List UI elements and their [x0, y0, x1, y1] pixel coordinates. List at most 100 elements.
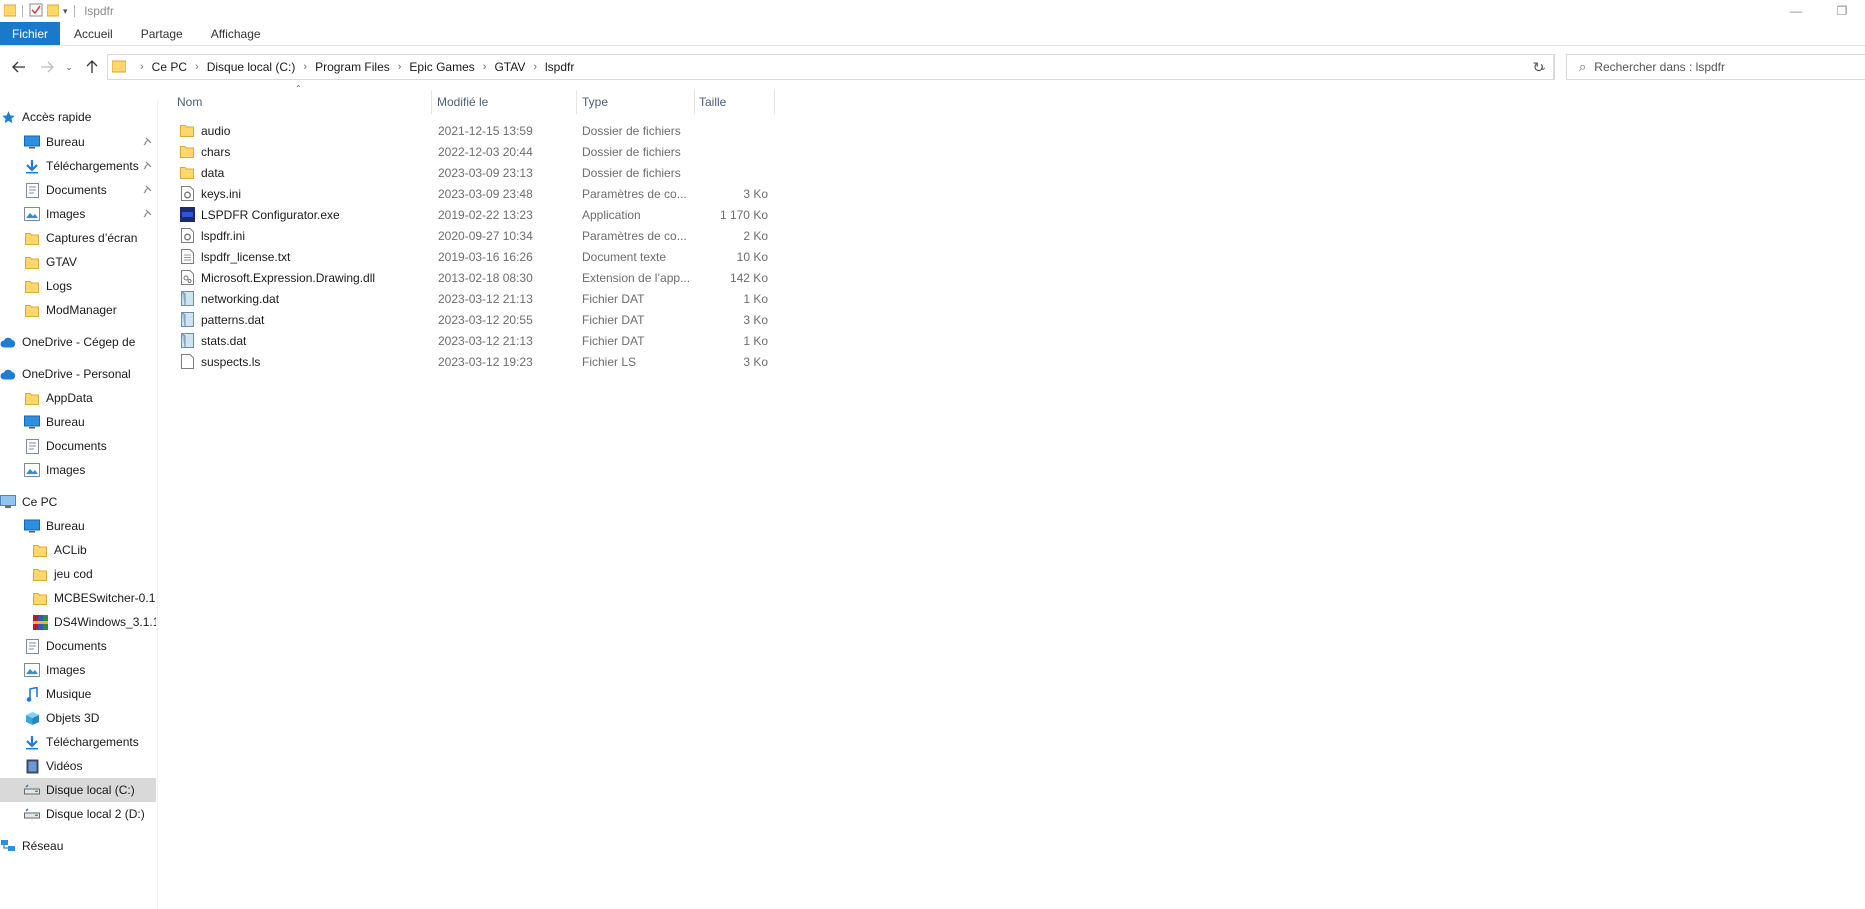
sidebar-item-documents[interactable]: Documents	[0, 434, 156, 458]
forward-button[interactable]	[38, 58, 56, 76]
sidebar-item-bureau[interactable]: Bureau	[0, 130, 156, 154]
sidebar-item-captures-d-cran[interactable]: Captures d’écran	[0, 226, 156, 250]
breadcrumb-item-program-files[interactable]: Program Files ›	[315, 60, 409, 74]
breadcrumb-item-gtav[interactable]: GTAV ›	[494, 60, 545, 74]
dll-file-icon	[179, 270, 195, 286]
sidebar-item-ds4windows-3-1-1[interactable]: DS4Windows_3.1.1	[0, 610, 156, 634]
file-row[interactable]: LSPDFR Configurator.exe 2019-02-22 13:23 A…	[175, 204, 775, 225]
breadcrumb-item-lspdfr[interactable]: lspdfr	[545, 60, 574, 74]
sidebar-item-r-seau[interactable]: Réseau	[0, 834, 156, 858]
file-name-cell[interactable]: suspects.ls	[179, 351, 429, 372]
sidebar-item-label: Logs	[46, 279, 73, 293]
search-input[interactable]	[1594, 60, 1835, 74]
file-name-cell[interactable]: lspdfr_license.txt	[179, 246, 429, 267]
file-row[interactable]: patterns.dat 2023-03-12 20:55 Fichier DAT 3…	[175, 309, 775, 330]
file-name-cell[interactable]: data	[179, 162, 429, 183]
sidebar-item-bureau[interactable]: Bureau	[0, 410, 156, 434]
sidebar-item-disque-local-2-d[interactable]: Disque local 2 (D:)	[0, 802, 156, 826]
sidebar-item-label: Documents	[46, 439, 107, 453]
back-button[interactable]	[10, 58, 28, 76]
sidebar-item-logs[interactable]: Logs	[0, 274, 156, 298]
up-button[interactable]	[83, 58, 101, 76]
window-title: lspdfr	[84, 4, 114, 18]
sidebar-item-mcbeswitcher-0-1[interactable]: MCBESwitcher-0.1	[0, 586, 156, 610]
breadcrumb-item-disque-local[interactable]: Disque local (C:) ›	[207, 60, 315, 74]
file-name-cell[interactable]: Microsoft.Expression.Drawing.dll	[179, 267, 429, 288]
tab-accueil[interactable]: Accueil	[60, 22, 127, 45]
file-row[interactable]: chars 2022-12-03 20:44 Dossier de fichiers	[175, 141, 775, 162]
sidebar-item-gtav[interactable]: GTAV	[0, 250, 156, 274]
sidebar-item-documents[interactable]: Documents	[0, 178, 156, 202]
arrow-up-icon	[86, 60, 98, 73]
file-name-cell[interactable]: keys.ini	[179, 183, 429, 204]
sidebar-item-images[interactable]: Images	[0, 202, 156, 226]
file-name: data	[201, 165, 225, 180]
sidebar-item-ce-pc[interactable]: Ce PC	[0, 490, 156, 514]
file-name-cell[interactable]: LSPDFR Configurator.exe	[179, 204, 429, 225]
column-header-size[interactable]: Taille	[697, 90, 767, 114]
sidebar-item-label: ACLib	[54, 543, 87, 557]
file-name-cell[interactable]: patterns.dat	[179, 309, 429, 330]
sidebar-item-jeu-cod[interactable]: jeu cod	[0, 562, 156, 586]
sidebar-item-modmanager[interactable]: ModManager	[0, 298, 156, 322]
sidebar-item-label: MCBESwitcher-0.1	[54, 591, 156, 605]
folder-icon	[24, 390, 40, 406]
sidebar-item-musique[interactable]: Musique	[0, 682, 156, 706]
sidebar-item-label: AppData	[46, 391, 93, 405]
sidebar-item-documents[interactable]: Documents	[0, 634, 156, 658]
new-folder-icon[interactable]	[46, 3, 60, 20]
sidebar-item-images[interactable]: Images	[0, 458, 156, 482]
file-name-cell[interactable]: chars	[179, 141, 429, 162]
address-bar[interactable]: › Ce PC › Disque local (C:) › Program File…	[107, 54, 1555, 80]
file-row[interactable]: audio 2021-12-15 13:59 Dossier de fichiers	[175, 120, 775, 141]
file-name-cell[interactable]: networking.dat	[179, 288, 429, 309]
sidebar-item-acc-s-rapide[interactable]: Accès rapide	[0, 105, 156, 129]
dat-file-icon	[179, 312, 195, 328]
breadcrumb-item-epic-games[interactable]: Epic Games ›	[409, 60, 494, 74]
file-size: 3 Ko	[743, 312, 768, 327]
column-header-name[interactable]: Nom ⌃	[175, 84, 430, 114]
documents-icon	[24, 638, 40, 654]
file-row[interactable]: Microsoft.Expression.Drawing.dll 2013-02-…	[175, 267, 775, 288]
file-row[interactable]: stats.dat 2023-03-12 21:13 Fichier DAT 1 Ko	[175, 330, 775, 351]
properties-icon[interactable]	[29, 3, 43, 20]
folder-icon	[111, 59, 128, 75]
sidebar-item-vid-os[interactable]: Vidéos	[0, 754, 156, 778]
sidebar-item-label: Documents	[46, 639, 107, 653]
column-header-type[interactable]: Type	[580, 90, 690, 114]
restore-button[interactable]: ❐	[1819, 0, 1865, 22]
breadcrumb-separator[interactable]: ›	[132, 61, 152, 73]
sidebar-item-appdata[interactable]: AppData	[0, 386, 156, 410]
file-row[interactable]: lspdfr.ini 2020-09-27 10:34 Paramètres de …	[175, 225, 775, 246]
network-icon	[0, 838, 16, 854]
recent-locations-button[interactable]: ⌄	[64, 58, 74, 76]
refresh-button[interactable]: ↻	[1524, 54, 1554, 80]
file-row[interactable]: keys.ini 2023-03-09 23:48 Paramètres de co…	[175, 183, 775, 204]
sidebar-item-images[interactable]: Images	[0, 658, 156, 682]
column-header-modified[interactable]: Modifié le	[435, 90, 575, 114]
sidebar-item-bureau[interactable]: Bureau	[0, 514, 156, 538]
breadcrumb-item-ce-pc[interactable]: Ce PC ›	[152, 60, 207, 74]
sidebar-item-onedrive-c-gep-de[interactable]: OneDrive - Cégep de	[0, 330, 156, 354]
file-row[interactable]: networking.dat 2023-03-12 21:13 Fichier DA…	[175, 288, 775, 309]
sidebar-item-aclib[interactable]: ACLib	[0, 538, 156, 562]
file-name-cell[interactable]: stats.dat	[179, 330, 429, 351]
tab-fichier[interactable]: Fichier	[0, 22, 61, 45]
sidebar-item-t-l-chargements[interactable]: Téléchargements	[0, 154, 156, 178]
file-name-cell[interactable]: audio	[179, 120, 429, 141]
search-icon: ⌕	[1579, 59, 1587, 74]
sidebar-item-t-l-chargements[interactable]: Téléchargements	[0, 730, 156, 754]
file-row[interactable]: lspdfr_license.txt 2019-03-16 16:26 Docume…	[175, 246, 775, 267]
file-name-cell[interactable]: lspdfr.ini	[179, 225, 429, 246]
tab-partage[interactable]: Partage	[127, 22, 197, 45]
file-modified: 2022-12-03 20:44	[438, 144, 533, 159]
sidebar-item-disque-local-c[interactable]: Disque local (C:)	[0, 778, 156, 802]
file-row[interactable]: data 2023-03-09 23:13 Dossier de fichiers	[175, 162, 775, 183]
search-box[interactable]: ⌕	[1566, 54, 1865, 80]
sidebar-item-objets-3d[interactable]: Objets 3D	[0, 706, 156, 730]
minimize-button[interactable]: —	[1773, 0, 1819, 22]
sidebar-item-onedrive-personal[interactable]: OneDrive - Personal	[0, 362, 156, 386]
tab-affichage[interactable]: Affichage	[197, 22, 275, 45]
customize-toolbar-icon[interactable]: ▾	[63, 6, 68, 17]
file-row[interactable]: suspects.ls 2023-03-12 19:23 Fichier LS 3 K…	[175, 351, 775, 372]
